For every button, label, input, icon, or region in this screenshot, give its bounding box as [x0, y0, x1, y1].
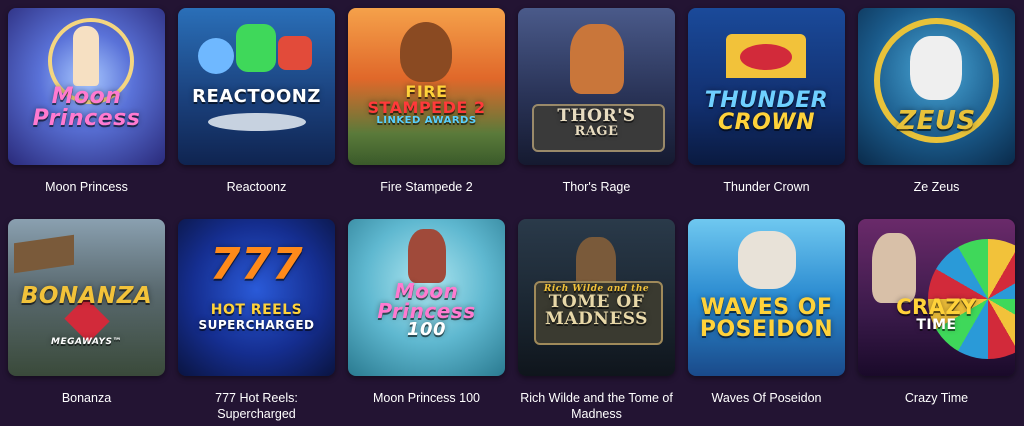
logo-text: Moon [394, 279, 459, 303]
game-tile-bonanza[interactable]: BONANZA MEGAWAYS™ Bonanza [8, 219, 167, 406]
logo-text: STAMPEDE 2 [367, 98, 486, 117]
game-title[interactable]: Rich Wilde and the Tome of Madness [518, 390, 675, 422]
game-title[interactable]: Reactoonz [178, 179, 335, 195]
game-tile-777-hot-reels[interactable]: 777 HOT REELS SUPERCHARGED 777 Hot Reels… [178, 219, 337, 422]
game-title[interactable]: Thunder Crown [688, 179, 845, 195]
game-thumbnail[interactable]: FIRE STAMPEDE 2 LINKED AWARDS [348, 8, 505, 165]
logo-text: Princess [32, 106, 141, 131]
game-thumbnail[interactable]: CRAZY TIME [858, 219, 1015, 376]
logo-text: Moon [51, 84, 122, 109]
game-thumbnail[interactable]: THOR'S RAGE [518, 8, 675, 165]
game-title[interactable]: Fire Stampede 2 [348, 179, 505, 195]
logo-text: THOR'S [557, 106, 636, 126]
game-thumbnail[interactable]: REACTOONZ [178, 8, 335, 165]
game-thumbnail[interactable]: THUNDER CROWN [688, 8, 845, 165]
logo-text: 777 [209, 239, 304, 290]
game-title[interactable]: Ze Zeus [858, 179, 1015, 195]
game-thumbnail[interactable]: BONANZA MEGAWAYS™ [8, 219, 165, 376]
logo-text: LINKED AWARDS [376, 115, 477, 126]
game-tile-crazy-time[interactable]: CRAZY TIME Crazy Time [858, 219, 1017, 406]
logo-text: BONANZA [20, 283, 153, 309]
game-tile-ze-zeus[interactable]: ZEUS Ze Zeus [858, 8, 1017, 195]
game-title[interactable]: Moon Princess [8, 179, 165, 195]
logo-text: REACTOONZ [192, 86, 321, 107]
game-thumbnail[interactable]: Moon Princess 100 [348, 219, 505, 376]
logo-text: SUPERCHARGED [198, 318, 315, 332]
game-tile-tome-of-madness[interactable]: Rich Wilde and the TOME OF MADNESS Rich … [518, 219, 677, 422]
game-title[interactable]: 777 Hot Reels: Supercharged [178, 390, 335, 422]
logo-text: MADNESS [545, 309, 648, 329]
game-tile-thunder-crown[interactable]: THUNDER CROWN Thunder Crown [688, 8, 847, 195]
game-tile-thors-rage[interactable]: THOR'S RAGE Thor's Rage [518, 8, 677, 195]
game-grid: Moon Princess Moon Princess REACTOONZ Re… [0, 0, 1024, 426]
logo-text: HOT REELS [210, 302, 303, 318]
game-thumbnail[interactable]: 777 HOT REELS SUPERCHARGED [178, 219, 335, 376]
logo-text: RAGE [574, 124, 619, 139]
logo-text: POSEIDON [699, 317, 834, 342]
logo-text: Princess [377, 299, 476, 323]
game-tile-moon-princess[interactable]: Moon Princess Moon Princess [8, 8, 167, 195]
logo-text: THUNDER [704, 88, 829, 113]
game-title[interactable]: Bonanza [8, 390, 165, 406]
logo-text: MEGAWAYS™ [50, 337, 122, 347]
logo-text: TIME [916, 317, 957, 333]
game-tile-waves-of-poseidon[interactable]: WAVES OF POSEIDON Waves Of Poseidon [688, 219, 847, 406]
game-title[interactable]: Waves Of Poseidon [688, 390, 845, 406]
logo-text: CRAZY [896, 295, 977, 319]
logo-text: WAVES OF [700, 295, 833, 320]
game-title[interactable]: Crazy Time [858, 390, 1015, 406]
game-thumbnail[interactable]: Rich Wilde and the TOME OF MADNESS [518, 219, 675, 376]
game-tile-moon-princess-100[interactable]: Moon Princess 100 Moon Princess 100 [348, 219, 507, 406]
game-thumbnail[interactable]: ZEUS [858, 8, 1015, 165]
game-tile-fire-stampede-2[interactable]: FIRE STAMPEDE 2 LINKED AWARDS Fire Stamp… [348, 8, 507, 195]
game-thumbnail[interactable]: Moon Princess [8, 8, 165, 165]
game-title[interactable]: Moon Princess 100 [348, 390, 505, 406]
logo-text: 100 [406, 319, 447, 340]
game-thumbnail[interactable]: WAVES OF POSEIDON [688, 219, 845, 376]
game-title[interactable]: Thor's Rage [518, 179, 675, 195]
game-tile-reactoonz[interactable]: REACTOONZ Reactoonz [178, 8, 337, 195]
logo-text: ZEUS [897, 106, 976, 136]
logo-text: CROWN [718, 110, 815, 135]
